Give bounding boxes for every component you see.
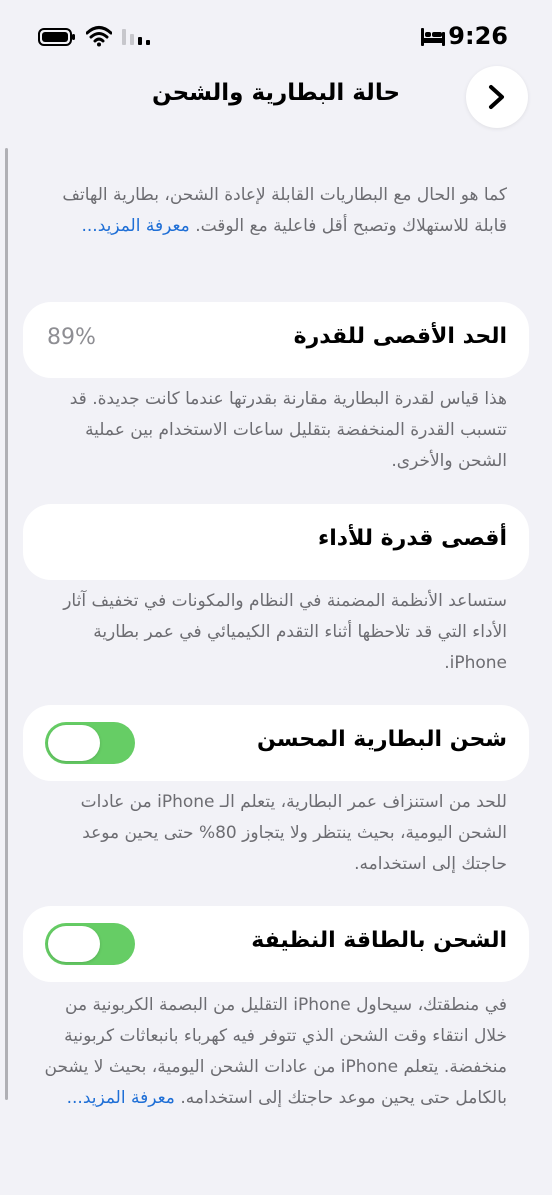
- status-bar: 9:26: [0, 0, 552, 60]
- optimized-charging-footnote: للحد من استنزاف عمر البطارية، يتعلم الـ …: [80, 792, 507, 874]
- maximum-capacity-label: الحد الأقصى للقدرة: [293, 324, 507, 349]
- bed-icon: [421, 28, 445, 46]
- optimized-charging-label: شحن البطارية المحسن: [257, 727, 507, 752]
- clean-energy-footnote-section: في منطقتك، سيحاول iPhone التقليل من البص…: [40, 990, 507, 1114]
- back-button[interactable]: [466, 66, 528, 128]
- learn-more-link[interactable]: معرفة المزيد...: [67, 1088, 175, 1108]
- status-time: 9:26: [448, 22, 508, 50]
- clean-energy-label: الشحن بالطاقة النظيفة: [251, 928, 507, 953]
- toggle-knob: [48, 926, 100, 962]
- peak-performance-footnote: ستساعد الأنظمة المضمنة في النظام والمكون…: [63, 591, 507, 673]
- optimized-charging-toggle[interactable]: [45, 722, 135, 764]
- chevron-right-icon: [489, 85, 504, 109]
- wifi-icon: [86, 26, 112, 47]
- peak-performance-label: أقصى قدرة للأداء: [317, 526, 507, 551]
- peak-performance-row: أقصى قدرة للأداء: [23, 504, 529, 580]
- toggle-knob: [48, 725, 100, 761]
- clean-energy-toggle[interactable]: [45, 923, 135, 965]
- battery-icon: [38, 28, 75, 46]
- learn-more-link[interactable]: معرفة المزيد...: [81, 216, 189, 236]
- maximum-capacity-row: الحد الأقصى للقدرة 89%: [23, 302, 529, 378]
- cellular-signal-icon: [122, 29, 150, 45]
- scrollbar[interactable]: [5, 148, 8, 1100]
- optimized-charging-row: شحن البطارية المحسن: [23, 705, 529, 781]
- maximum-capacity-value: 89%: [47, 325, 96, 350]
- clean-energy-row: الشحن بالطاقة النظيفة: [23, 906, 529, 982]
- maximum-capacity-footnote: هذا قياس لقدرة البطارية مقارنة بقدرتها ع…: [69, 389, 507, 471]
- intro-section: كما هو الحال مع البطاريات القابلة لإعادة…: [40, 180, 507, 242]
